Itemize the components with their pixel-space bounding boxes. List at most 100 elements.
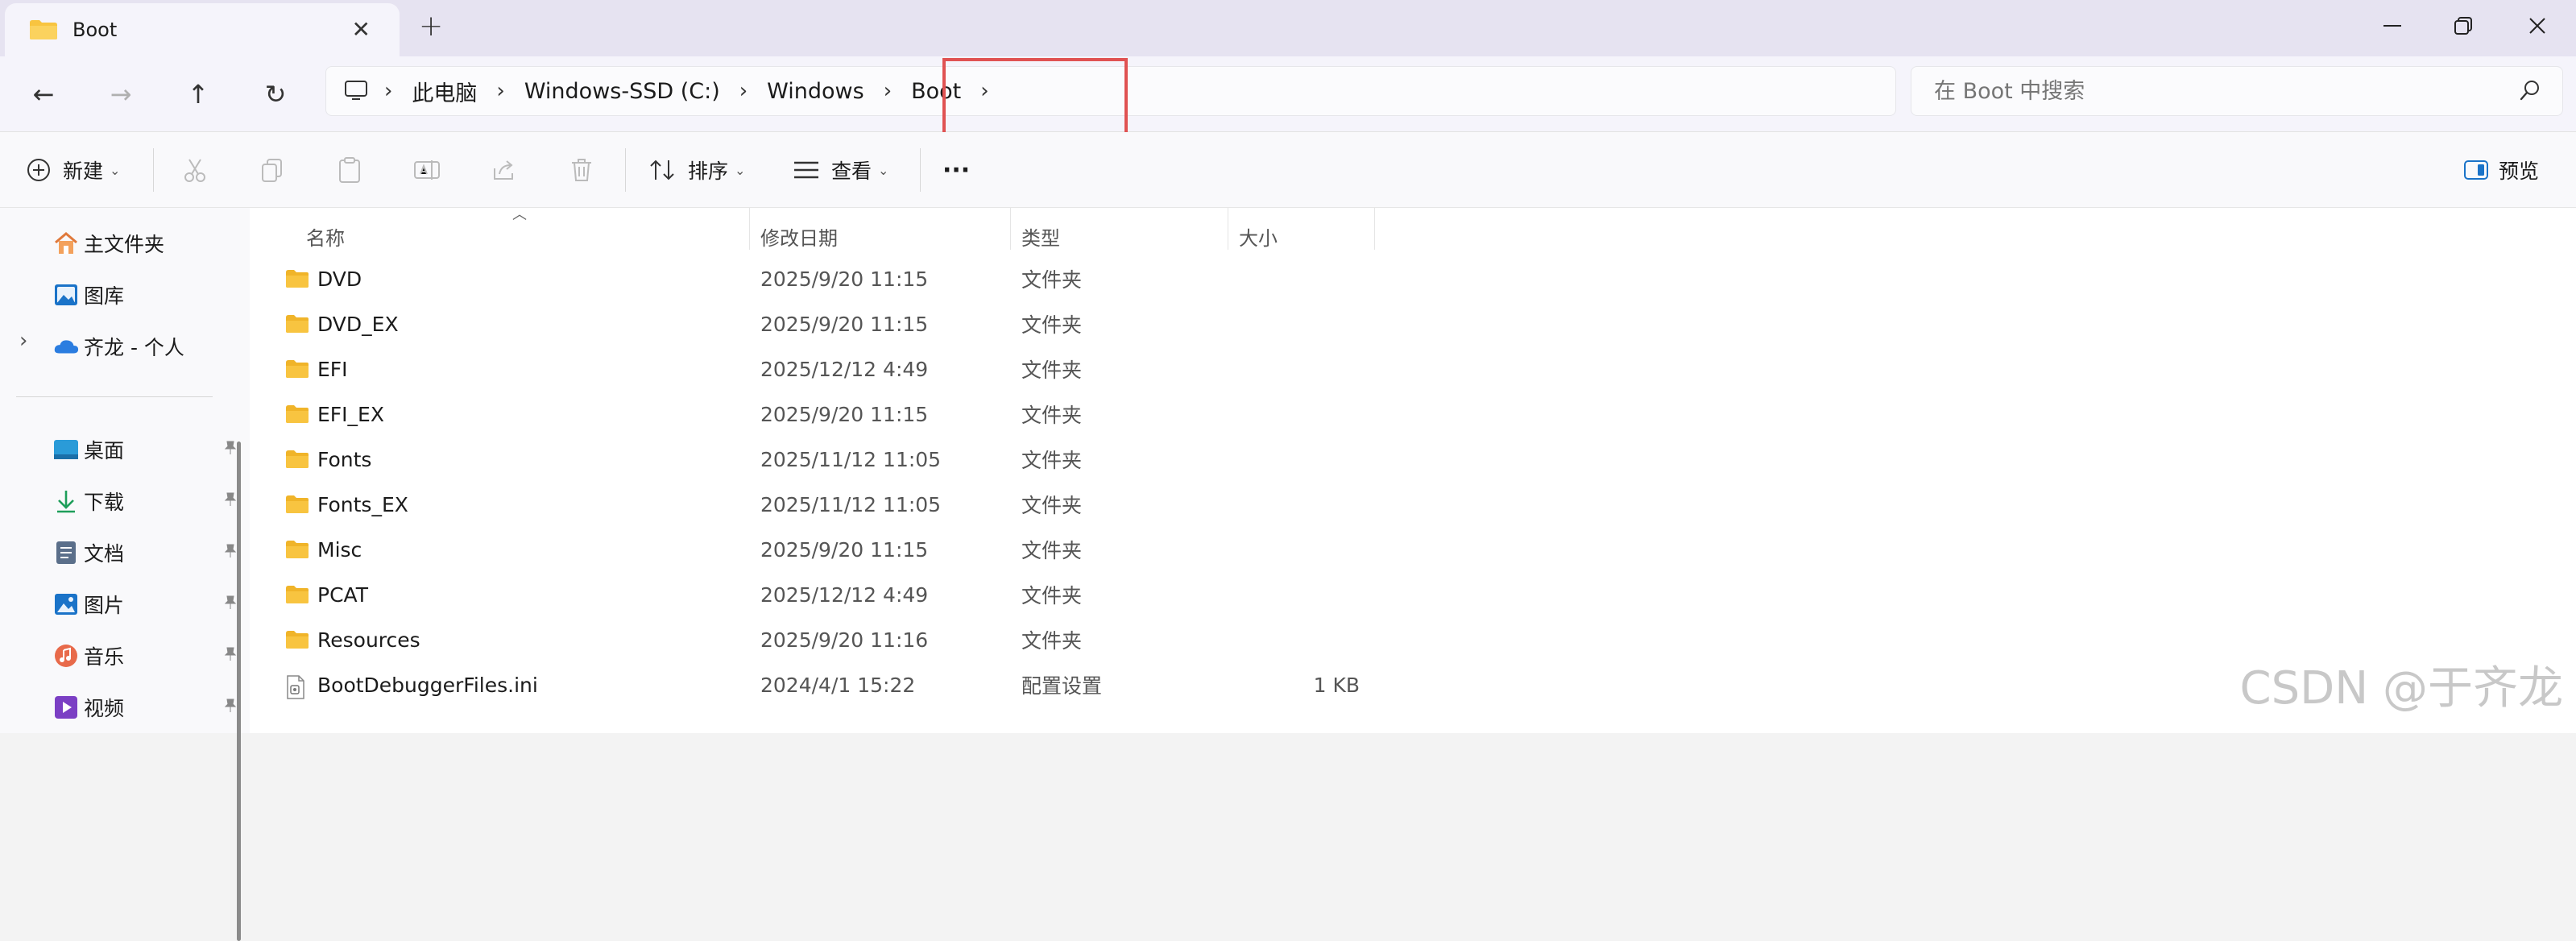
search-input[interactable] — [1934, 78, 2482, 104]
table-row[interactable]: Fonts_EX 2025/11/12 11:05 文件夹 — [250, 482, 1377, 527]
paste-button[interactable] — [327, 151, 372, 189]
cell-name[interactable]: Fonts — [285, 437, 371, 482]
sidebar-scrollbar[interactable] — [237, 441, 241, 941]
cell-type: 文件夹 — [1021, 268, 1083, 292]
sidebar-item-music[interactable]: 音乐 — [53, 638, 237, 674]
breadcrumb-separator[interactable]: › — [731, 79, 756, 103]
sidebar-item-pictures[interactable]: 图片 — [53, 587, 237, 622]
cell-name[interactable]: EFI_EX — [285, 392, 384, 437]
column-divider[interactable] — [749, 208, 750, 250]
copy-button[interactable] — [250, 151, 295, 189]
table-row[interactable]: Resources 2025/9/20 11:16 文件夹 — [250, 617, 1377, 662]
cell-modified-date: 2025/9/20 11:15 — [760, 312, 929, 336]
tab-boot[interactable]: Boot ✕ — [5, 3, 400, 56]
cell-name[interactable]: Resources — [285, 617, 420, 662]
pin-icon[interactable] — [224, 595, 237, 614]
watermark: CSDN @于齐龙 — [2239, 662, 2563, 715]
pin-icon[interactable] — [224, 698, 237, 717]
column-header-size[interactable]: 大小 — [1239, 216, 1278, 256]
more-options-button[interactable]: ··· — [942, 151, 970, 189]
rename-icon — [414, 160, 440, 180]
cell-size — [1239, 617, 1360, 662]
breadcrumb-separator[interactable]: › — [876, 79, 900, 103]
file-name: EFI_EX — [317, 402, 384, 426]
cut-button[interactable] — [172, 151, 217, 189]
breadcrumb-drive-c[interactable]: Windows-SSD (C:) — [513, 79, 731, 104]
table-row[interactable]: BootDebuggerFiles.ini 2024/4/1 15:22 配置设置 1… — [250, 662, 1377, 707]
close-tab-icon[interactable]: ✕ — [352, 16, 371, 43]
delete-button[interactable] — [559, 151, 604, 189]
column-divider[interactable] — [1374, 208, 1375, 250]
new-tab-button[interactable]: + — [419, 10, 443, 43]
download-icon — [53, 488, 79, 514]
cell-size — [1239, 256, 1360, 301]
new-button[interactable]: 新建 ⌄ — [26, 151, 120, 189]
sort-button[interactable]: 排序 ⌄ — [649, 151, 745, 189]
trash-icon — [572, 159, 591, 181]
breadcrumb-separator[interactable]: › — [488, 79, 512, 103]
table-row[interactable]: Misc 2025/9/20 11:15 文件夹 — [250, 527, 1377, 572]
cell-name[interactable]: DVD_EX — [285, 301, 399, 346]
view-list-icon — [793, 160, 820, 180]
column-header-date[interactable]: 修改日期 — [760, 216, 838, 256]
search-icon[interactable] — [2519, 78, 2543, 106]
back-button[interactable]: ← — [21, 74, 66, 114]
cell-name[interactable]: BootDebuggerFiles.ini — [285, 662, 538, 707]
sidebar-item-downloads[interactable]: 下载 — [53, 483, 237, 519]
close-window-button[interactable] — [2489, 3, 2576, 48]
pin-icon[interactable] — [224, 440, 237, 459]
title-bar: Boot ✕ + — [0, 0, 2576, 56]
cell-name[interactable]: EFI — [285, 346, 348, 392]
expand-chevron-icon[interactable]: › — [19, 329, 27, 353]
cell-modified-date: 2025/11/12 11:05 — [760, 492, 942, 516]
sidebar-item-onedrive[interactable]: 齐龙 - 个人 — [53, 329, 230, 364]
sidebar-item-videos[interactable]: 视频 — [53, 690, 237, 725]
up-button[interactable]: ↑ — [176, 74, 221, 114]
column-header-type[interactable]: 类型 — [1021, 216, 1060, 256]
toolbar-divider — [920, 148, 921, 192]
cell-name[interactable]: Fonts_EX — [285, 482, 408, 527]
cell-type: 文件夹 — [1021, 404, 1083, 427]
breadcrumb-this-pc[interactable]: 此电脑 — [400, 76, 488, 107]
folder-icon — [285, 359, 309, 379]
table-row[interactable]: Fonts 2025/11/12 11:05 文件夹 — [250, 437, 1377, 482]
search-box[interactable] — [1911, 66, 2563, 116]
clipboard-icon — [339, 157, 360, 183]
sidebar-item-gallery[interactable]: 图库 — [53, 277, 230, 313]
sidebar-item-label: 主文件夹 — [84, 233, 165, 256]
cell-type: 文件夹 — [1021, 313, 1083, 337]
share-button[interactable] — [482, 151, 527, 189]
column-header-name[interactable]: 名称 — [306, 216, 345, 256]
rename-button[interactable] — [404, 151, 449, 189]
cell-type: 文件夹 — [1021, 449, 1083, 472]
navigation-bar: ← → ↑ ↻ › 此电脑 › Windows-SSD (C:) › Windo… — [0, 56, 2576, 132]
sidebar-item-label: 音乐 — [84, 645, 125, 669]
sidebar-item-home[interactable]: 主文件夹 — [53, 226, 230, 261]
table-row[interactable]: EFI_EX 2025/9/20 11:15 文件夹 — [250, 392, 1377, 437]
view-button[interactable]: 查看 ⌄ — [793, 151, 888, 189]
cell-type: 文件夹 — [1021, 539, 1083, 562]
file-name: EFI — [317, 357, 348, 381]
forward-button[interactable]: → — [98, 74, 143, 114]
table-row[interactable]: DVD 2025/9/20 11:15 文件夹 — [250, 256, 1377, 301]
sidebar-item-documents[interactable]: 文档 — [53, 535, 237, 570]
preview-pane-button[interactable]: 预览 — [2463, 151, 2539, 189]
table-row[interactable]: DVD_EX 2025/9/20 11:15 文件夹 — [250, 301, 1377, 346]
pin-icon[interactable] — [224, 646, 237, 665]
refresh-button[interactable]: ↻ — [253, 74, 298, 114]
column-divider[interactable] — [1010, 208, 1011, 250]
cell-name[interactable]: DVD — [285, 256, 362, 301]
table-row[interactable]: PCAT 2025/12/12 4:49 文件夹 — [250, 572, 1377, 617]
pin-icon[interactable] — [224, 543, 237, 562]
cell-modified-date: 2025/9/20 11:15 — [760, 267, 929, 291]
table-row[interactable]: EFI 2025/12/12 4:49 文件夹 — [250, 346, 1377, 392]
file-list: ︿ 名称 修改日期 类型 大小 DVD 2025/9/20 11:15 文件夹 DVD… — [250, 206, 2576, 733]
cell-modified-date: 2025/9/20 11:15 — [760, 402, 929, 426]
cell-name[interactable]: Misc — [285, 527, 362, 572]
sidebar-item-desktop[interactable]: 桌面 — [53, 432, 237, 467]
pin-icon[interactable] — [224, 491, 237, 511]
folder-icon — [285, 495, 309, 514]
breadcrumb-windows[interactable]: Windows — [756, 79, 876, 104]
restore-icon — [2454, 17, 2472, 35]
cell-name[interactable]: PCAT — [285, 572, 368, 617]
